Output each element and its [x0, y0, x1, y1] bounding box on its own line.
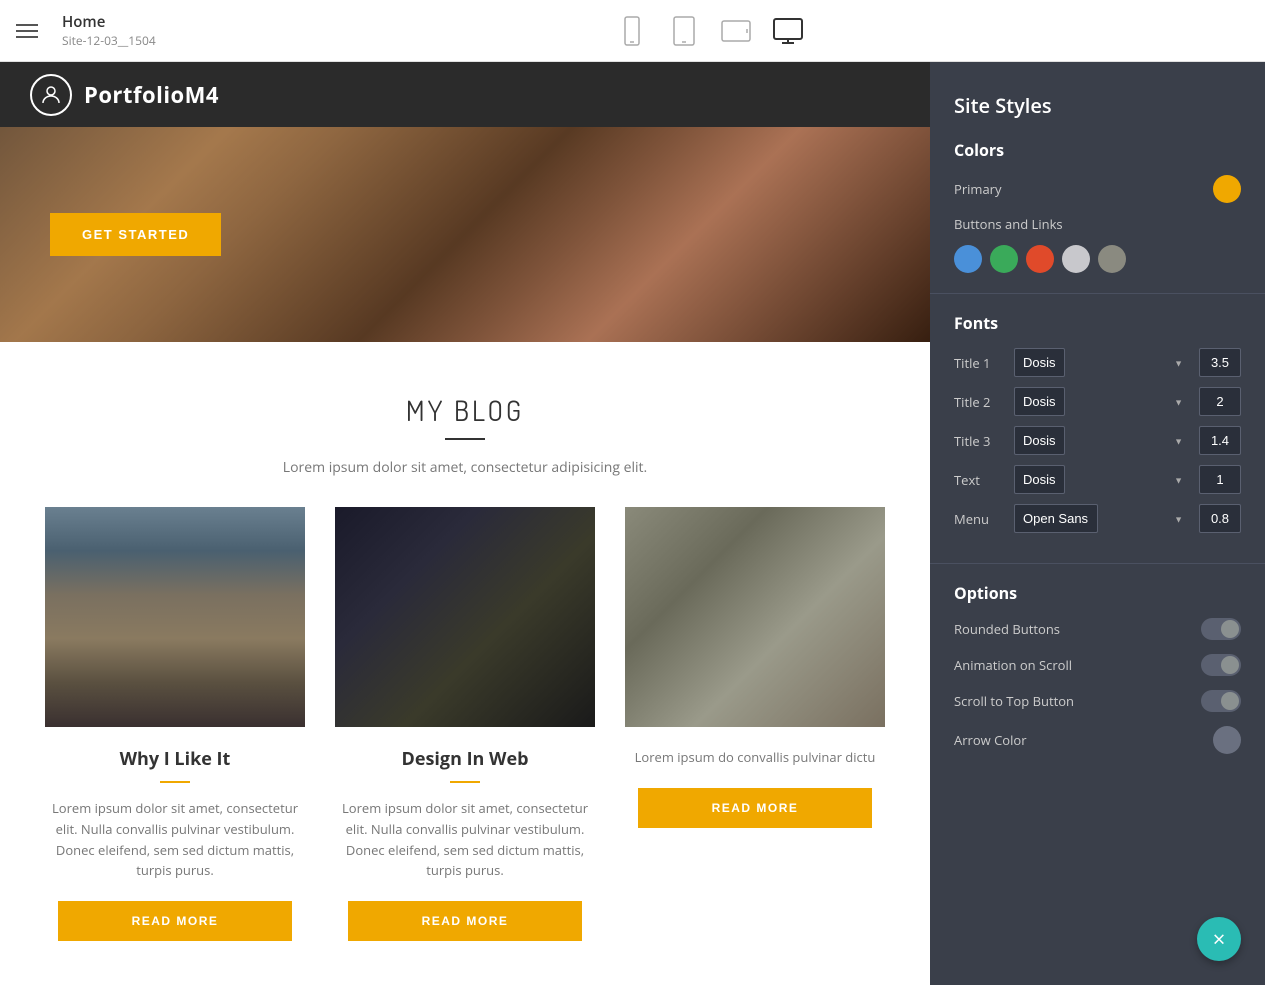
arrow-color-row: Arrow Color [954, 726, 1241, 754]
site-header: PortfolioM4 [0, 62, 930, 127]
desktop-icon[interactable] [772, 15, 804, 47]
site-logo: PortfolioM4 [30, 74, 219, 116]
card-underline-1 [160, 781, 190, 783]
list-item: Design In Web Lorem ipsum dolor sit amet… [320, 507, 610, 961]
hero-section: GET STARTED [0, 127, 930, 342]
rounded-buttons-row: Rounded Buttons [954, 618, 1241, 640]
primary-color-swatch[interactable] [1213, 175, 1241, 203]
tablet-landscape-icon[interactable] [720, 15, 752, 47]
device-icons [616, 15, 804, 47]
list-item: Why I Like It Lorem ipsum dolor sit amet… [30, 507, 320, 961]
font-size-title2[interactable] [1199, 387, 1241, 416]
arrow-color-label: Arrow Color [954, 731, 1213, 749]
right-panel: Site Styles Colors Primary Buttons and L… [930, 62, 1265, 985]
font-label-title1: Title 1 [954, 354, 1006, 372]
card-text-3: Lorem ipsum do convallis pulvinar dictu [625, 747, 885, 768]
primary-label: Primary [954, 180, 1213, 198]
swatch-blue[interactable] [954, 245, 982, 273]
font-select-wrapper-text: Dosis [1014, 465, 1191, 494]
blog-heading: MY BLOG Lorem ipsum dolor sit amet, cons… [30, 392, 900, 477]
scroll-top-toggle[interactable] [1201, 690, 1241, 712]
tablet-icon[interactable] [668, 15, 700, 47]
font-select-wrapper-menu: Open Sans [1014, 504, 1191, 533]
font-select-title1[interactable]: Dosis [1014, 348, 1065, 377]
colors-section: Colors Primary Buttons and Links [930, 139, 1265, 293]
primary-color-row: Primary [954, 175, 1241, 203]
card-image-3 [625, 507, 885, 727]
font-select-menu[interactable]: Open Sans [1014, 504, 1098, 533]
font-label-text: Text [954, 471, 1006, 489]
top-bar: Home Site-12-03__1504 [0, 0, 1265, 62]
font-select-title3[interactable]: Dosis [1014, 426, 1065, 455]
swatch-gray[interactable] [1098, 245, 1126, 273]
page-title: Home [62, 12, 156, 32]
card-title-1: Why I Like It [45, 747, 305, 771]
card-image-2 [335, 507, 595, 727]
font-select-title2[interactable]: Dosis [1014, 387, 1065, 416]
animation-scroll-toggle[interactable] [1201, 654, 1241, 676]
animation-scroll-label: Animation on Scroll [954, 656, 1201, 674]
logo-text: PortfolioM4 [84, 80, 219, 110]
heading-underline [445, 438, 485, 440]
font-select-wrapper-title3: Dosis [1014, 426, 1191, 455]
scroll-top-label: Scroll to Top Button [954, 692, 1201, 710]
preview-area: PortfolioM4 GET STARTED MY BLOG Lorem ip… [0, 62, 930, 985]
scroll-top-row: Scroll to Top Button [954, 690, 1241, 712]
card-image-1 [45, 507, 305, 727]
blog-section: MY BLOG Lorem ipsum dolor sit amet, cons… [0, 342, 930, 985]
hero-content: GET STARTED [50, 213, 221, 256]
read-more-button-3[interactable]: READ MORE [638, 788, 872, 828]
read-more-button-1[interactable]: READ MORE [58, 901, 292, 941]
font-select-wrapper-title1: Dosis [1014, 348, 1191, 377]
font-size-text[interactable] [1199, 465, 1241, 494]
blog-subtitle: Lorem ipsum dolor sit amet, consectetur … [30, 458, 900, 477]
font-row-title2: Title 2 Dosis [954, 387, 1241, 416]
options-label: Options [954, 582, 1241, 604]
colors-label: Colors [954, 139, 1241, 161]
font-select-text[interactable]: Dosis [1014, 465, 1065, 494]
font-select-wrapper-title2: Dosis [1014, 387, 1191, 416]
font-label-title2: Title 2 [954, 393, 1006, 411]
swatch-green[interactable] [990, 245, 1018, 273]
font-label-menu: Menu [954, 510, 1006, 528]
rounded-buttons-toggle[interactable] [1201, 618, 1241, 640]
logo-avatar [30, 74, 72, 116]
blog-title: MY BLOG [30, 392, 900, 428]
color-swatches [954, 245, 1241, 273]
close-button[interactable]: × [1197, 917, 1241, 961]
font-row-title3: Title 3 Dosis [954, 426, 1241, 455]
options-section: Options Rounded Buttons Animation on Scr… [930, 563, 1265, 788]
close-icon: × [1213, 924, 1226, 954]
read-more-button-2[interactable]: READ MORE [348, 901, 582, 941]
hamburger-button[interactable] [16, 24, 38, 38]
fonts-section: Fonts Title 1 Dosis Title 2 Dosis [930, 293, 1265, 563]
buttons-links-row: Buttons and Links [954, 215, 1241, 233]
swatch-red[interactable] [1026, 245, 1054, 273]
arrow-color-swatch[interactable] [1213, 726, 1241, 754]
font-size-menu[interactable] [1199, 504, 1241, 533]
blog-grid: Why I Like It Lorem ipsum dolor sit amet… [30, 507, 900, 961]
buttons-links-label: Buttons and Links [954, 215, 1241, 233]
card-text-2: Lorem ipsum dolor sit amet, consectetur … [335, 798, 595, 881]
panel-title: Site Styles [930, 82, 1265, 139]
swatch-light-gray[interactable] [1062, 245, 1090, 273]
animation-scroll-row: Animation on Scroll [954, 654, 1241, 676]
get-started-button[interactable]: GET STARTED [50, 213, 221, 256]
card-text-1: Lorem ipsum dolor sit amet, consectetur … [45, 798, 305, 881]
font-size-title1[interactable] [1199, 348, 1241, 377]
page-info: Home Site-12-03__1504 [62, 12, 156, 49]
fonts-label: Fonts [954, 312, 1241, 334]
card-underline-2 [450, 781, 480, 783]
list-item: Lorem ipsum do convallis pulvinar dictu … [610, 507, 900, 961]
font-size-title3[interactable] [1199, 426, 1241, 455]
main-layout: PortfolioM4 GET STARTED MY BLOG Lorem ip… [0, 62, 1265, 985]
font-row-menu: Menu Open Sans [954, 504, 1241, 533]
font-label-title3: Title 3 [954, 432, 1006, 450]
mobile-icon[interactable] [616, 15, 648, 47]
font-row-title1: Title 1 Dosis [954, 348, 1241, 377]
font-row-text: Text Dosis [954, 465, 1241, 494]
card-title-2: Design In Web [335, 747, 595, 771]
page-subtitle: Site-12-03__1504 [62, 32, 156, 49]
rounded-buttons-label: Rounded Buttons [954, 620, 1201, 638]
